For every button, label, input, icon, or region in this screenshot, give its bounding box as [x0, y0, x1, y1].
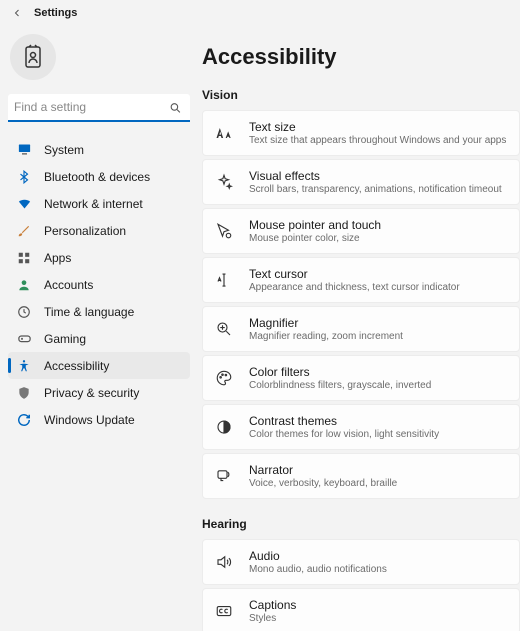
- cc-icon: [213, 600, 235, 622]
- nav-item-privacy[interactable]: Privacy & security: [8, 379, 190, 406]
- card-magnifier[interactable]: MagnifierMagnifier reading, zoom increme…: [202, 306, 520, 352]
- text-cursor-icon: [213, 269, 235, 291]
- card-sub: Styles: [249, 613, 296, 624]
- card-text-cursor[interactable]: Text cursorAppearance and thickness, tex…: [202, 257, 520, 303]
- search-icon: [169, 102, 182, 115]
- nav-label: Network & internet: [44, 197, 143, 211]
- apps-icon: [16, 250, 32, 266]
- accessibility-icon: [16, 358, 32, 374]
- shield-icon: [16, 385, 32, 401]
- window-title: Settings: [34, 7, 77, 19]
- card-captions[interactable]: CaptionsStyles: [202, 588, 520, 631]
- bluetooth-icon: [16, 169, 32, 185]
- narrator-icon: [213, 465, 235, 487]
- card-sub: Colorblindness filters, grayscale, inver…: [249, 380, 431, 391]
- card-contrast-themes[interactable]: Contrast themesColor themes for low visi…: [202, 404, 520, 450]
- card-sub: Voice, verbosity, keyboard, braille: [249, 478, 397, 489]
- nav-item-gaming[interactable]: Gaming: [8, 325, 190, 352]
- card-sub: Scroll bars, transparency, animations, n…: [249, 184, 502, 195]
- section-header-hearing: Hearing: [202, 517, 520, 531]
- back-button[interactable]: [10, 6, 24, 20]
- card-text-size[interactable]: Text sizeText size that appears througho…: [202, 110, 520, 156]
- card-sub: Appearance and thickness, text cursor in…: [249, 282, 460, 293]
- gamepad-icon: [16, 331, 32, 347]
- avatar-icon: [21, 44, 45, 70]
- card-sub: Color themes for low vision, light sensi…: [249, 429, 439, 440]
- nav-item-time[interactable]: Time & language: [8, 298, 190, 325]
- nav-item-accessibility[interactable]: Accessibility: [8, 352, 190, 379]
- card-mouse-pointer[interactable]: Mouse pointer and touchMouse pointer col…: [202, 208, 520, 254]
- card-title: Visual effects: [249, 169, 502, 183]
- nav-label: Bluetooth & devices: [44, 170, 150, 184]
- card-color-filters[interactable]: Color filtersColorblindness filters, gra…: [202, 355, 520, 401]
- monitor-icon: [16, 142, 32, 158]
- card-sub: Magnifier reading, zoom increment: [249, 331, 403, 342]
- clock-icon: [16, 304, 32, 320]
- card-audio[interactable]: AudioMono audio, audio notifications: [202, 539, 520, 585]
- nav-label: Time & language: [44, 305, 134, 319]
- nav-label: Personalization: [44, 224, 126, 238]
- contrast-icon: [213, 416, 235, 438]
- card-title: Text cursor: [249, 267, 460, 281]
- card-title: Narrator: [249, 463, 397, 477]
- nav-item-personalization[interactable]: Personalization: [8, 217, 190, 244]
- card-visual-effects[interactable]: Visual effectsScroll bars, transparency,…: [202, 159, 520, 205]
- nav-item-accounts[interactable]: Accounts: [8, 271, 190, 298]
- nav-label: Gaming: [44, 332, 86, 346]
- sparkle-icon: [213, 171, 235, 193]
- search-input[interactable]: [8, 94, 190, 122]
- text-size-icon: [213, 122, 235, 144]
- nav-label: Apps: [44, 251, 71, 265]
- section-header-vision: Vision: [202, 88, 520, 102]
- nav-item-apps[interactable]: Apps: [8, 244, 190, 271]
- avatar[interactable]: [10, 34, 56, 80]
- nav-label: Accessibility: [44, 359, 109, 373]
- palette-icon: [213, 367, 235, 389]
- card-title: Captions: [249, 598, 296, 612]
- wifi-icon: [16, 196, 32, 212]
- card-sub: Text size that appears throughout Window…: [249, 135, 506, 146]
- cursor-icon: [213, 220, 235, 242]
- card-title: Audio: [249, 549, 387, 563]
- nav-item-network[interactable]: Network & internet: [8, 190, 190, 217]
- page-title: Accessibility: [202, 44, 520, 70]
- nav-item-bluetooth[interactable]: Bluetooth & devices: [8, 163, 190, 190]
- nav-item-system[interactable]: System: [8, 136, 190, 163]
- update-icon: [16, 412, 32, 428]
- card-title: Contrast themes: [249, 414, 439, 428]
- card-title: Text size: [249, 120, 506, 134]
- person-icon: [16, 277, 32, 293]
- card-title: Mouse pointer and touch: [249, 218, 381, 232]
- nav-label: Privacy & security: [44, 386, 139, 400]
- card-sub: Mono audio, audio notifications: [249, 564, 387, 575]
- card-title: Magnifier: [249, 316, 403, 330]
- nav-item-update[interactable]: Windows Update: [8, 406, 190, 433]
- card-narrator[interactable]: NarratorVoice, verbosity, keyboard, brai…: [202, 453, 520, 499]
- brush-icon: [16, 223, 32, 239]
- nav-label: Windows Update: [44, 413, 135, 427]
- nav-label: Accounts: [44, 278, 93, 292]
- magnifier-icon: [213, 318, 235, 340]
- card-title: Color filters: [249, 365, 431, 379]
- speaker-icon: [213, 551, 235, 573]
- card-sub: Mouse pointer color, size: [249, 233, 381, 244]
- nav-label: System: [44, 143, 84, 157]
